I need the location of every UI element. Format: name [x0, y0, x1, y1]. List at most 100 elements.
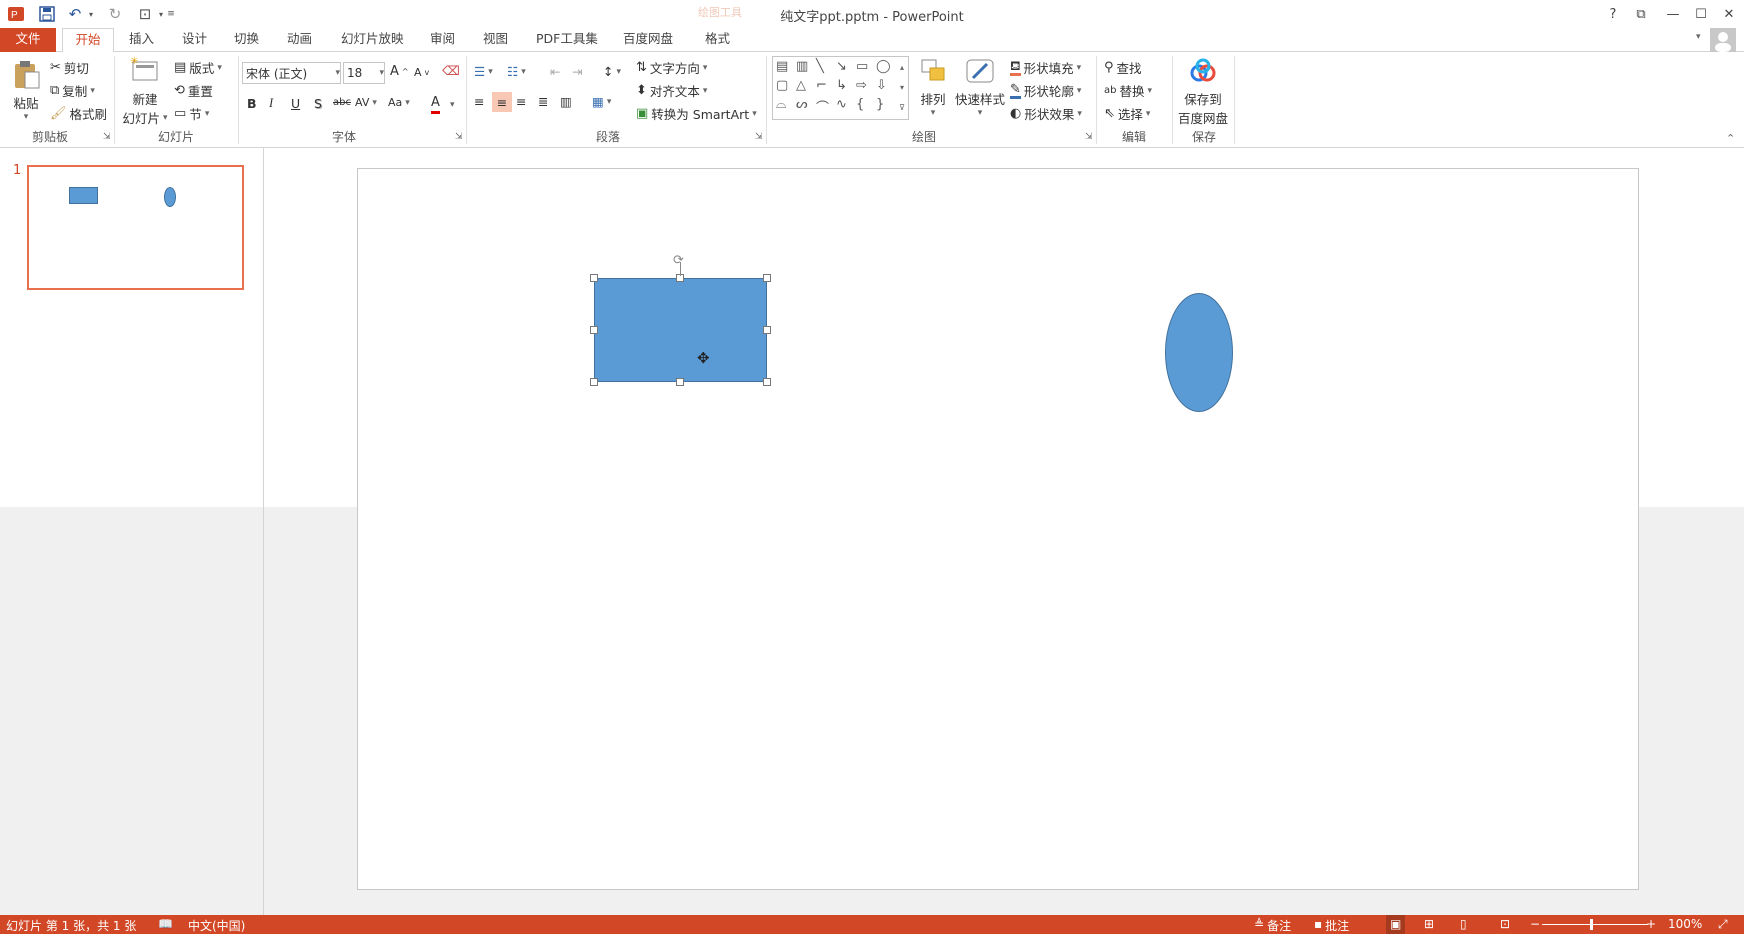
bold-button[interactable]: B: [247, 96, 257, 111]
zoom-in-button[interactable]: +: [1646, 917, 1656, 931]
down-arrow-icon[interactable]: ⇩: [876, 78, 896, 93]
character-spacing-button[interactable]: AV ▾: [355, 96, 377, 109]
right-brace-icon[interactable]: }: [876, 97, 896, 116]
tab-slideshow[interactable]: 幻灯片放映: [332, 28, 413, 52]
zoom-slider-thumb[interactable]: [1590, 919, 1593, 930]
copy-dropdown-icon[interactable]: ▾: [90, 86, 95, 96]
notes-button[interactable]: ≜ 备注: [1254, 917, 1291, 934]
arrange-button[interactable]: 排列 ▾: [914, 56, 952, 118]
cut-button[interactable]: ✂ 剪切: [50, 58, 89, 77]
drawing-launcher-icon[interactable]: ⇲: [1085, 132, 1093, 142]
avatar[interactable]: [1710, 28, 1736, 52]
selected-rectangle-shape[interactable]: [594, 278, 767, 382]
tab-transitions[interactable]: 切换: [225, 28, 268, 52]
maximize-icon[interactable]: ☐: [1688, 2, 1714, 26]
new-slide-dropdown-icon[interactable]: ▾: [163, 113, 168, 123]
justify-icon[interactable]: ≣: [538, 94, 548, 109]
tab-file[interactable]: 文件: [0, 28, 56, 52]
select-button[interactable]: ⇖ 选择 ▾: [1104, 104, 1150, 123]
resize-handle-w[interactable]: [590, 326, 598, 334]
strikethrough-button[interactable]: abc: [333, 97, 351, 108]
tab-home[interactable]: 开始: [62, 28, 114, 53]
zoom-slider-track[interactable]: [1542, 924, 1648, 925]
arc-icon[interactable]: ⌒: [816, 97, 836, 116]
align-right-icon[interactable]: ≡: [516, 94, 526, 109]
rotate-handle-icon[interactable]: ⟳: [673, 253, 684, 268]
format-painter-button[interactable]: 🖌 格式刷: [50, 104, 107, 123]
chevron-down-icon[interactable]: ▾: [335, 68, 340, 78]
ribbon-display-options-icon[interactable]: ⧉: [1628, 2, 1654, 26]
tab-design[interactable]: 设计: [173, 28, 216, 52]
numbering-icon[interactable]: ☷ ▾: [507, 64, 526, 79]
elbow-arrow-icon[interactable]: ↳: [836, 78, 856, 93]
change-case-button[interactable]: Aa ▾: [388, 96, 410, 109]
account-dropdown-icon[interactable]: ▾: [1696, 32, 1701, 42]
font-color-dropdown-icon[interactable]: ▾: [450, 100, 455, 110]
copy-button[interactable]: ⧉ 复制 ▾: [50, 81, 95, 100]
text-shadow-button[interactable]: S: [314, 96, 322, 111]
vertical-textbox-icon[interactable]: ▥: [796, 59, 816, 74]
line-icon[interactable]: ╲: [816, 59, 836, 74]
resize-handle-ne[interactable]: [763, 274, 771, 282]
resize-handle-e[interactable]: [763, 326, 771, 334]
zoom-level[interactable]: 100%: [1668, 917, 1702, 931]
shape-fill-button[interactable]: ⛾ 形状填充 ▾: [1010, 58, 1081, 77]
convert-smartart-button[interactable]: ▣ 转换为 SmartArt ▾: [636, 104, 757, 123]
font-name-combo[interactable]: 宋体 (正文) ▾: [242, 62, 341, 84]
rounded-rectangle-icon[interactable]: ▢: [776, 78, 796, 93]
fit-to-window-icon[interactable]: ⤢: [1718, 917, 1728, 932]
paste-dropdown-icon[interactable]: ▾: [8, 112, 44, 122]
quick-styles-button[interactable]: 快速样式 ▾: [954, 56, 1006, 118]
find-button[interactable]: ⚲ 查找: [1104, 58, 1142, 77]
shrink-font-button[interactable]: Av: [414, 66, 429, 79]
resize-handle-se[interactable]: [763, 378, 771, 386]
section-button[interactable]: ▭ 节 ▾: [174, 104, 209, 123]
shape-outline-button[interactable]: ✎ 形状轮廓 ▾: [1010, 81, 1081, 100]
spellcheck-icon[interactable]: 📖: [158, 917, 173, 931]
resize-handle-nw[interactable]: [590, 274, 598, 282]
tab-view[interactable]: 视图: [474, 28, 517, 52]
triangle-icon[interactable]: △: [796, 78, 816, 93]
chevron-down-icon[interactable]: ▾: [379, 68, 384, 78]
align-left-icon[interactable]: ≡: [474, 94, 484, 109]
right-arrow-icon[interactable]: ⇨: [856, 78, 876, 93]
shape-effects-button[interactable]: ◐ 形状效果 ▾: [1010, 104, 1082, 123]
tab-insert[interactable]: 插入: [120, 28, 163, 52]
elbow-connector-icon[interactable]: ⌐: [816, 78, 836, 93]
freeform-icon[interactable]: ⌓: [776, 97, 796, 116]
text-direction-button[interactable]: ⇅ 文字方向 ▾: [636, 58, 707, 77]
increase-indent-icon[interactable]: ⇥: [572, 64, 582, 79]
new-slide-button[interactable]: ✳ 新建 幻灯片 ▾: [122, 56, 168, 127]
align-text-button[interactable]: ⬍ 对齐文本 ▾: [636, 81, 707, 100]
save-to-baidu-button[interactable]: 保存到 百度网盘: [1176, 56, 1230, 127]
textbox-icon[interactable]: ▤: [776, 59, 796, 74]
slideshow-view-icon[interactable]: ⊡: [1500, 917, 1510, 931]
shapes-gallery[interactable]: ▤ ▥ ╲ ↘ ▭ ◯ ▢ △ ⌐ ↳ ⇨ ⇩ ⌓ ᔕ ⌒ ∿{}: [772, 56, 909, 120]
zoom-out-button[interactable]: −: [1530, 917, 1540, 931]
slide-thumbnail[interactable]: [27, 165, 244, 290]
grow-font-button[interactable]: A ^: [390, 64, 409, 79]
decrease-indent-icon[interactable]: ⇤: [550, 64, 560, 79]
layout-button[interactable]: ▤ 版式 ▾: [174, 58, 222, 77]
font-launcher-icon[interactable]: ⇲: [455, 132, 463, 142]
paste-button[interactable]: 粘贴 ▾: [8, 58, 44, 122]
collapse-ribbon-icon[interactable]: ⌃: [1726, 132, 1735, 145]
resize-handle-s[interactable]: [676, 378, 684, 386]
minimize-icon[interactable]: —: [1660, 2, 1686, 26]
columns-icon[interactable]: ▦ ▾: [592, 94, 611, 109]
rectangle-icon[interactable]: ▭: [856, 59, 876, 74]
arrow-line-icon[interactable]: ↘: [836, 59, 856, 74]
paragraph-launcher-icon[interactable]: ⇲: [755, 132, 763, 142]
tab-pdf-tools[interactable]: PDF工具集: [527, 28, 607, 52]
language-indicator[interactable]: 中文(中国): [188, 917, 245, 934]
align-center-icon[interactable]: ≡: [492, 92, 512, 112]
font-color-button[interactable]: A: [431, 94, 440, 114]
reset-button[interactable]: ⟲ 重置: [174, 81, 213, 100]
tab-animations[interactable]: 动画: [278, 28, 321, 52]
italic-button[interactable]: I: [269, 96, 273, 111]
distributed-icon[interactable]: ▥: [560, 94, 572, 109]
tab-review[interactable]: 审阅: [421, 28, 464, 52]
normal-view-icon[interactable]: ▣: [1386, 915, 1406, 934]
slide-sorter-icon[interactable]: ⊞: [1424, 917, 1434, 931]
comments-button[interactable]: ▪ 批注: [1314, 917, 1349, 934]
